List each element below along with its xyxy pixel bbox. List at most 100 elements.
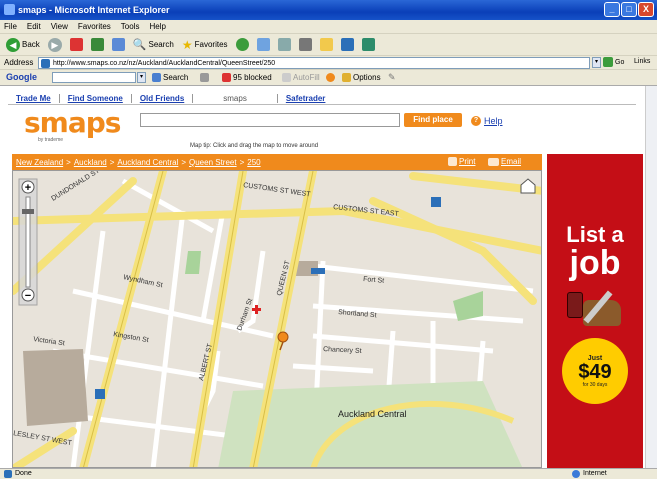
place-search-input[interactable] [140,113,400,127]
address-label: Address [4,58,34,67]
favorites-label: Favorites [194,40,228,49]
google-toolbar: Google ▾ Search 95 blocked AutoFill Opti… [0,70,657,86]
window-title: smaps - Microsoft Internet Explorer [18,5,170,15]
scrollbar[interactable] [645,86,657,468]
favorites-button[interactable]: ★ Favorites [180,36,230,54]
google-search-button[interactable]: Search [152,73,188,82]
menu-file[interactable]: File [4,22,17,31]
nav-old-friends[interactable]: Old Friends [132,93,194,103]
find-place-button[interactable]: Find place [404,113,462,127]
menu-edit[interactable]: Edit [27,22,41,31]
home-button[interactable] [110,36,127,54]
crumb-separator: > [181,157,186,167]
alert-icon[interactable] [326,73,335,82]
menu-favorites[interactable]: Favorites [78,22,111,31]
pagerank-icon [200,73,209,82]
media-button[interactable] [234,36,251,54]
maximize-button[interactable]: □ [621,2,637,17]
ad-line2: job [569,244,621,282]
popup-blocker-icon [222,73,231,82]
email-icon [488,157,499,166]
forward-button[interactable]: ▶ [46,36,64,54]
map-canvas[interactable]: DUNDONALD ST CUSTOMS ST WEST CUSTOMS ST … [12,170,542,468]
map-tip: Map tip: Click and drag the map to move … [190,143,319,149]
mail-button[interactable] [276,36,293,54]
messenger-button[interactable] [339,36,356,54]
highlight-icon[interactable]: ✎ [388,72,396,83]
print-label: Print [459,157,476,166]
page-icon [41,59,50,68]
title-bar: smaps - Microsoft Internet Explorer _ □ … [0,0,657,20]
help-link[interactable]: Help [484,116,503,126]
blocked-count: 95 blocked [233,73,272,82]
popup-blocker-button[interactable]: 95 blocked [222,73,272,82]
zoom-in-label: + [25,182,31,194]
ad-price: $49 [578,360,612,383]
address-dropdown-icon[interactable]: ▾ [592,57,601,68]
google-search-icon [152,73,161,82]
close-button[interactable]: X [638,2,654,17]
print-button[interactable] [297,36,314,54]
folder-button[interactable] [318,36,335,54]
zoom-control[interactable]: + − [18,178,38,306]
refresh-button[interactable] [89,36,106,54]
crumb-auckland-central[interactable]: Auckland Central [117,158,178,167]
forward-arrow-icon: ▶ [47,37,62,52]
research-icon [361,38,375,51]
menu-help[interactable]: Help [149,22,165,31]
bus-stop-icon [431,197,441,207]
zone-text: Internet [583,470,607,477]
back-button[interactable]: ◀ Back [4,36,42,54]
site-nav: Trade Me Find Someone Old Friends smaps … [8,91,378,105]
smaps-logo[interactable]: smaps [24,106,121,139]
print-link[interactable]: Print [448,157,475,166]
back-label: Back [22,40,40,49]
crumb-250[interactable]: 250 [247,158,260,167]
stop-button[interactable] [68,36,85,54]
nav-find-someone[interactable]: Find Someone [60,93,132,103]
ad-period: for 30 days [582,381,608,388]
help-icon[interactable]: ? [471,116,481,126]
zoom-out-label: − [25,290,31,302]
menu-bar: File Edit View Favorites Tools Help [0,20,657,34]
crumb-auckland[interactable]: Auckland [74,158,107,167]
nav-divider [8,104,636,105]
crumb-new-zealand[interactable]: New Zealand [16,158,63,167]
ie-icon [4,4,15,15]
nav-trade-me[interactable]: Trade Me [8,93,60,103]
email-label: Email [501,157,522,166]
label-auckland-central: Auckland Central [338,409,407,419]
go-arrow-icon [603,57,613,67]
breadcrumb: New Zealand > Auckland > Auckland Centra… [12,154,542,170]
links-label[interactable]: Links [634,58,650,65]
google-search-input[interactable] [52,72,136,83]
menu-tools[interactable]: Tools [121,22,140,31]
page-status-icon [4,470,12,478]
mail-icon [277,38,291,51]
minimize-button[interactable]: _ [604,2,620,17]
status-text: Done [15,470,32,477]
menu-view[interactable]: View [51,22,68,31]
search-button[interactable]: 🔍 Search [131,36,176,54]
zoom-slider-handle[interactable] [22,209,34,214]
search-icon: 🔍 [132,39,147,51]
ad-line1: List a [566,222,624,247]
search-label: Search [148,40,174,49]
autofill-button[interactable]: AutoFill [282,73,320,82]
logo-subtitle: by trademe [38,137,64,143]
job-advert[interactable]: List a job Just $49 for 30 days [547,154,643,468]
address-input[interactable]: http://www.smaps.co.nz/nz/Auckland/Auckl… [38,57,590,69]
home-icon [111,38,125,51]
back-arrow-icon: ◀ [6,37,20,52]
options-button[interactable]: Options [342,73,381,82]
history-button[interactable] [255,36,272,54]
go-button[interactable]: Go [603,57,624,67]
nav-smaps[interactable]: smaps [193,93,278,103]
crumb-queen-street[interactable]: Queen Street [189,158,237,167]
email-link[interactable]: Email [488,157,521,166]
print-icon [448,157,457,166]
nav-safetrader[interactable]: Safetrader [278,94,334,103]
google-dropdown-icon[interactable]: ▾ [137,72,146,83]
toolbar: ◀ Back ▶ 🔍 Search ★ Favorites [0,34,657,56]
research-button[interactable] [360,36,377,54]
